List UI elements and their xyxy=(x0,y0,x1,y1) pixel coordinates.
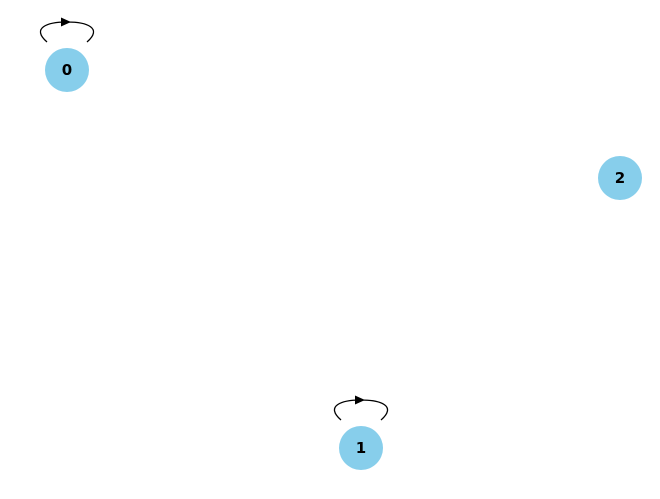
self-loop-edge-1 xyxy=(333,399,389,421)
arrowhead-1 xyxy=(355,395,365,405)
graph-canvas: 0 1 2 xyxy=(0,0,660,499)
graph-node-1: 1 xyxy=(339,426,383,470)
node-label-2: 2 xyxy=(615,169,625,187)
node-label-0: 0 xyxy=(62,61,72,79)
edges-layer xyxy=(39,17,389,421)
graph-node-2: 2 xyxy=(598,156,642,200)
self-loop-edge-0 xyxy=(39,21,95,43)
arrowhead-0 xyxy=(61,17,71,27)
node-label-1: 1 xyxy=(356,439,366,457)
graph-node-0: 0 xyxy=(45,48,89,92)
graph-diagram: 0 1 2 xyxy=(39,17,642,470)
nodes-layer: 0 1 2 xyxy=(45,48,642,470)
